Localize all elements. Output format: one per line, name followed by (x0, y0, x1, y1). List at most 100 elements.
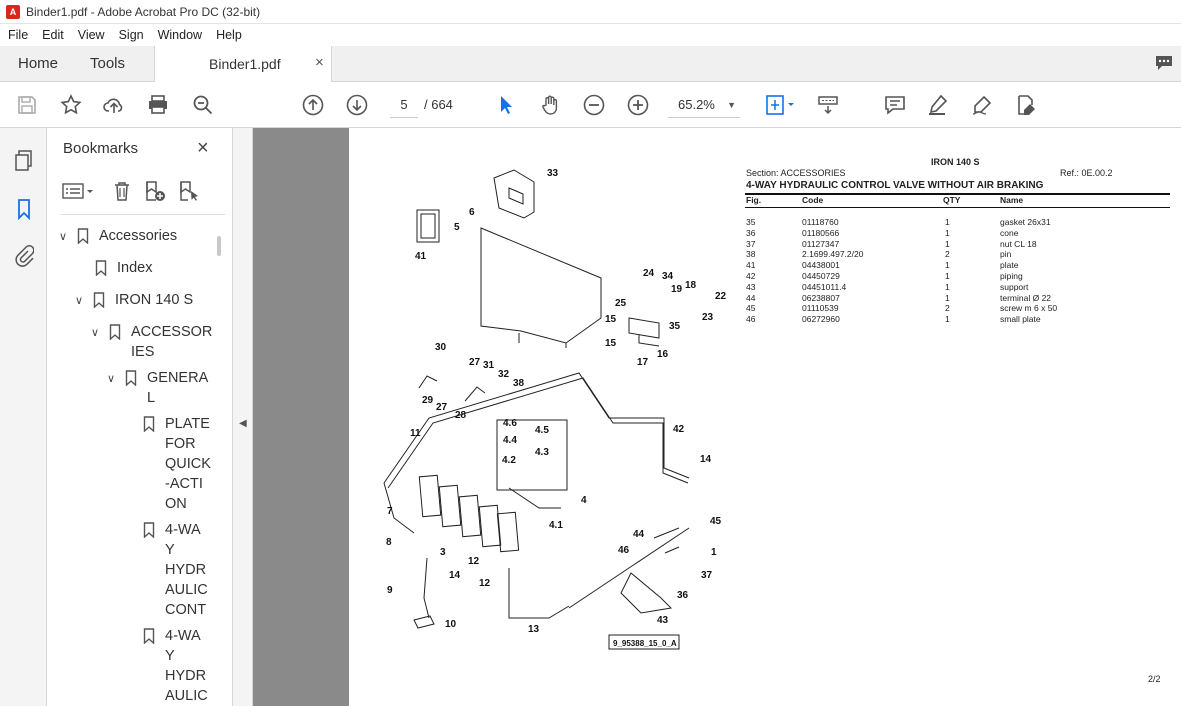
menu-help[interactable]: Help (216, 28, 242, 42)
zoom-in-icon[interactable] (625, 92, 651, 118)
star-icon[interactable] (58, 92, 84, 118)
callout: 29 (422, 395, 434, 406)
panel-splitter[interactable]: ◀ (233, 128, 253, 706)
cell-qty: 1 (945, 217, 950, 227)
bookmark-options-icon[interactable] (61, 180, 97, 202)
chevron-down-icon[interactable]: ∨ (107, 369, 121, 389)
document-heading: 4-WAY HYDRAULIC CONTROL VALVE WITHOUT AI… (746, 180, 1044, 191)
bookmark-icon (93, 292, 105, 308)
chevron-down-icon[interactable]: ∨ (75, 291, 89, 311)
cell-qty: 2 (945, 249, 950, 260)
fit-page-icon[interactable] (762, 92, 798, 118)
bookmark-iron-140-s[interactable]: ∨ IRON 140 S (75, 290, 193, 311)
bookmark-label: Index (117, 260, 153, 276)
bookmark-general[interactable]: ∨ GENERA L (107, 368, 208, 408)
edit-pdf-icon[interactable] (1013, 92, 1039, 118)
new-bookmark-icon[interactable] (143, 180, 167, 202)
cell-qty: 1 (945, 260, 950, 271)
chevron-down-icon[interactable]: ∨ (91, 323, 105, 343)
menu-file[interactable]: File (8, 28, 28, 42)
callout: 31 (483, 360, 495, 371)
callout: 38 (513, 378, 525, 389)
cell-fig: 46 (746, 314, 756, 325)
cloud-upload-icon[interactable] (101, 92, 127, 118)
zoom-search-icon[interactable] (190, 92, 216, 118)
bookmark-accessories-sub[interactable]: ∨ ACCESSOR IES (91, 322, 212, 362)
callout: 4.1 (549, 520, 563, 531)
delete-bookmark-icon[interactable] (111, 180, 133, 202)
bookmark-icon (125, 370, 137, 386)
bookmark-label: 4-WA Y HYDR AULIC (165, 628, 208, 704)
cell-fig: 44 (746, 292, 756, 303)
bookmark-icon (77, 228, 89, 244)
menu-view[interactable]: View (78, 28, 105, 42)
callout: 14 (700, 454, 712, 465)
next-page-icon[interactable] (344, 92, 370, 118)
cell-code: 04438001 (802, 260, 840, 271)
table-row: 46 06272960 1 small plate (349, 314, 1181, 325)
zoom-level-select[interactable]: 65.2% ▼ (668, 92, 740, 118)
select-cursor-icon[interactable] (493, 92, 519, 118)
find-bookmark-icon[interactable] (177, 180, 201, 202)
cell-qty: 1 (945, 314, 950, 325)
cell-code: 04450729 (802, 271, 840, 281)
menu-sign[interactable]: Sign (119, 28, 144, 42)
tab-home[interactable]: Home (18, 55, 58, 72)
comment-icon[interactable] (1154, 54, 1174, 72)
callout: 11 (410, 428, 421, 439)
callout: 9 (387, 585, 393, 596)
tab-document[interactable]: Binder1.pdf × (154, 46, 332, 82)
bookmark-plate-quick-action[interactable]: PLATE FOR QUICK -ACTI ON (143, 414, 211, 514)
bookmark-index[interactable]: Index (95, 258, 152, 278)
page-number-label: 2/2 (1148, 674, 1161, 684)
callout: 44 (633, 529, 645, 540)
page-number-input[interactable] (390, 92, 418, 118)
callout: 4.3 (535, 447, 549, 458)
table-row: 43 04451011.4 1 support (349, 282, 1181, 293)
acrobat-app-icon: A (6, 4, 20, 19)
bookmark-4-way-hydraulic-2[interactable]: 4-WA Y HYDR AULIC (143, 626, 208, 706)
cell-code: 01180566 (802, 227, 840, 238)
cell-fig: 43 (746, 281, 756, 292)
bookmarks-scrollbar[interactable] (217, 236, 221, 256)
cell-qty: 1 (945, 227, 950, 238)
cell-name: pin (1000, 249, 1012, 260)
highlight-pen-icon[interactable] (925, 92, 951, 118)
previous-page-icon[interactable] (300, 92, 326, 118)
menu-window[interactable]: Window (158, 28, 202, 42)
document-canvas-margin (253, 128, 349, 706)
hand-tool-icon[interactable] (537, 92, 563, 118)
cell-fig: 41 (746, 260, 756, 271)
save-icon[interactable] (14, 92, 40, 118)
menu-edit[interactable]: Edit (42, 28, 64, 42)
cell-name: terminal Ø 22 (1000, 292, 1052, 303)
table-row: 44 06238807 1 terminal Ø 22 (349, 293, 1181, 304)
reference-label: Ref.: 0E.00.2 (1060, 168, 1113, 178)
bookmarks-toolbar (61, 178, 201, 204)
title-bar: A Binder1.pdf - Adobe Acrobat Pro DC (32… (0, 0, 1181, 24)
cell-name: nut CL 18 (1000, 238, 1037, 249)
tab-tools[interactable]: Tools (90, 55, 125, 72)
page-thumbnails-icon[interactable] (12, 148, 36, 174)
callout: 32 (498, 369, 510, 380)
cell-code: 01118760 (802, 217, 839, 227)
cell-fig: 45 (746, 303, 756, 314)
bookmark-accessories[interactable]: ∨ Accessories (59, 226, 177, 247)
bookmark-panel-icon[interactable] (12, 196, 36, 222)
sign-pen-icon[interactable] (969, 92, 995, 118)
chevron-down-icon[interactable]: ∨ (59, 227, 73, 247)
bookmark-label: ACCESSOR IES (131, 324, 213, 360)
tab-close-button[interactable]: × (315, 54, 324, 71)
cell-name: gasket 26x31 (1000, 217, 1051, 227)
collapse-panel-icon[interactable]: ◀ (239, 418, 247, 429)
attachment-icon[interactable] (12, 242, 36, 268)
callout: 43 (657, 615, 669, 626)
bookmark-4-way-hydraulic-1[interactable]: 4-WA Y HYDR AULIC CONT (143, 520, 208, 620)
window-title: Binder1.pdf - Adobe Acrobat Pro DC (32-b… (26, 4, 261, 19)
bookmark-label: 4-WA Y HYDR AULIC CONT (165, 522, 208, 618)
zoom-out-icon[interactable] (581, 92, 607, 118)
bookmarks-close-button[interactable]: × (197, 137, 209, 160)
print-icon[interactable] (145, 92, 171, 118)
comment-tool-icon[interactable] (882, 92, 908, 118)
scroll-mode-icon[interactable] (815, 92, 841, 118)
